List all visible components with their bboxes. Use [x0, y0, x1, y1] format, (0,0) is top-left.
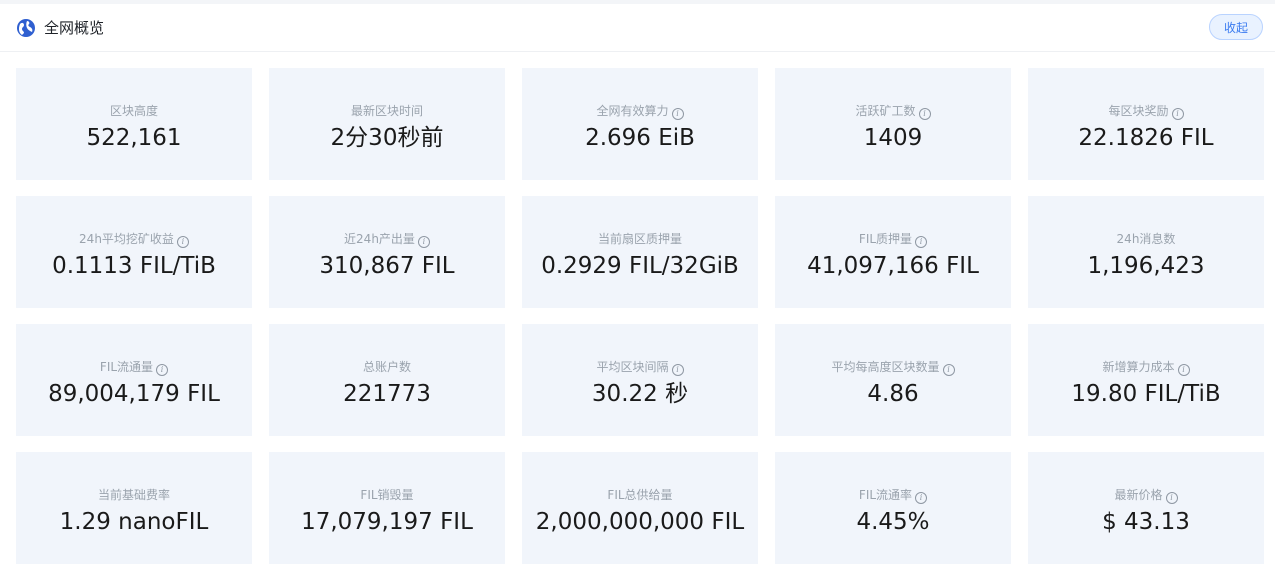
stat-card: 总账户数 221773: [269, 324, 505, 436]
stat-label-text: 当前扇区质押量: [597, 232, 682, 246]
stat-card: 当前基础费率 1.29 nanoFIL: [16, 452, 252, 564]
stat-label: FIL销毁量: [269, 487, 505, 503]
stat-label: 近24h产出量 i: [269, 231, 505, 248]
stat-card: 活跃矿工数 i 1409: [775, 68, 1011, 180]
stat-value: 30.22 秒: [591, 381, 689, 407]
stat-card: 当前扇区质押量 0.2929 FIL/32GiB: [522, 196, 758, 308]
stat-value: 221773: [343, 381, 431, 407]
stat-label-text: FIL质押量: [858, 232, 913, 246]
stat-label: 平均区块间隔 i: [522, 359, 758, 376]
stat-label: 新增算力成本 i: [1028, 359, 1264, 376]
stat-card: FIL流通率 i 4.45%: [775, 452, 1011, 564]
stat-value: 19.80 FIL/TiB: [1071, 381, 1221, 407]
stat-label: 全网有效算力 i: [522, 103, 758, 120]
info-icon[interactable]: i: [1165, 492, 1178, 504]
stat-label-text: 新增算力成本: [1102, 360, 1175, 374]
stat-card: 近24h产出量 i 310,867 FIL: [269, 196, 505, 308]
stat-label: 总账户数: [269, 359, 505, 375]
info-icon[interactable]: i: [156, 364, 169, 376]
stat-card: 24h平均挖矿收益 i 0.1113 FIL/TiB: [16, 196, 252, 308]
stat-label: 当前基础费率: [16, 487, 252, 503]
stat-label: 24h平均挖矿收益 i: [16, 231, 252, 248]
stat-label: FIL质押量 i: [775, 231, 1011, 248]
stat-card: 24h消息数 1,196,423: [1028, 196, 1264, 308]
stat-value: 17,079,197 FIL: [301, 509, 473, 535]
stat-label: 24h消息数: [1028, 231, 1264, 247]
stat-label-text: 近24h产出量: [344, 232, 415, 246]
stat-card: 全网有效算力 i 2.696 EiB: [522, 68, 758, 180]
stat-label-text: 总账户数: [362, 360, 411, 374]
info-icon[interactable]: i: [176, 236, 189, 248]
stat-value: 89,004,179 FIL: [48, 381, 220, 407]
stat-value: 41,097,166 FIL: [807, 253, 979, 279]
stat-label-text: 区块高度: [109, 104, 158, 118]
info-icon[interactable]: i: [1177, 364, 1190, 376]
info-icon[interactable]: i: [918, 108, 931, 120]
stat-label-text: FIL流通量: [99, 360, 154, 374]
stat-label: FIL总供给量: [522, 487, 758, 503]
stat-label-text: FIL总供给量: [607, 488, 673, 502]
stat-value: 1,196,423: [1087, 253, 1205, 279]
page-title: 全网概览: [44, 19, 105, 37]
stat-value: 4.45%: [856, 509, 930, 535]
stat-value: 4.86: [867, 381, 919, 407]
stat-card: 平均每高度区块数量 i 4.86: [775, 324, 1011, 436]
stat-value: 1409: [863, 125, 923, 151]
stat-label-text: 当前基础费率: [97, 488, 170, 502]
info-icon[interactable]: i: [915, 492, 928, 504]
stat-label: FIL流通率 i: [775, 487, 1011, 504]
stat-card: 最新价格 i $ 43.13: [1028, 452, 1264, 564]
stat-card: 区块高度 522,161: [16, 68, 252, 180]
stat-label-text: 24h平均挖矿收益: [79, 232, 174, 246]
info-icon[interactable]: i: [1171, 108, 1184, 120]
stat-card: FIL流通量 i 89,004,179 FIL: [16, 324, 252, 436]
stat-label-text: 活跃矿工数: [855, 104, 916, 118]
stat-value: 2.696 EiB: [585, 125, 695, 151]
stat-label: 活跃矿工数 i: [775, 103, 1011, 120]
stat-card: 最新区块时间 2分30秒前: [269, 68, 505, 180]
stat-label: 每区块奖励 i: [1028, 103, 1264, 120]
stat-card: FIL销毁量 17,079,197 FIL: [269, 452, 505, 564]
stat-card: 平均区块间隔 i 30.22 秒: [522, 324, 758, 436]
panel-header: 全网概览 收起: [0, 4, 1275, 52]
stat-value: 0.2929 FIL/32GiB: [541, 253, 739, 279]
stat-value: 1.29 nanoFIL: [59, 509, 209, 535]
stat-value: $ 43.13: [1102, 509, 1190, 535]
stat-value: 0.1113 FIL/TiB: [52, 253, 216, 279]
stat-label-text: 最新价格: [1114, 488, 1163, 502]
stat-grid: 区块高度 522,161 最新区块时间 2分30秒前 全网有效算力 i 2.696 EiB 活…: [16, 68, 1266, 564]
stat-label: 区块高度: [16, 103, 252, 119]
info-icon[interactable]: i: [942, 364, 955, 376]
info-icon[interactable]: i: [417, 236, 430, 248]
stat-label: FIL流通量 i: [16, 359, 252, 376]
stat-label: 最新价格 i: [1028, 487, 1264, 504]
stat-card: 新增算力成本 i 19.80 FIL/TiB: [1028, 324, 1264, 436]
info-icon[interactable]: i: [671, 364, 684, 376]
info-icon[interactable]: i: [915, 236, 928, 248]
stat-label-text: FIL流通率: [858, 488, 913, 502]
stat-label-text: 每区块奖励: [1108, 104, 1169, 118]
stat-value: 522,161: [86, 125, 182, 151]
info-icon[interactable]: i: [671, 108, 684, 120]
stat-label-text: FIL销毁量: [360, 488, 414, 502]
stat-card: FIL质押量 i 41,097,166 FIL: [775, 196, 1011, 308]
stat-label-text: 平均区块间隔: [596, 360, 669, 374]
globe-icon: [17, 19, 35, 37]
stat-label-text: 24h消息数: [1116, 232, 1176, 246]
stat-label: 平均每高度区块数量 i: [775, 359, 1011, 376]
stat-value: 310,867 FIL: [319, 253, 455, 279]
stat-label-text: 平均每高度区块数量: [831, 360, 940, 374]
stat-card: 每区块奖励 i 22.1826 FIL: [1028, 68, 1264, 180]
stat-value: 2,000,000,000 FIL: [535, 509, 745, 535]
stat-label: 最新区块时间: [269, 103, 505, 119]
network-overview-panel: 全网概览 收起 区块高度 522,161 最新区块时间 2分30秒前 全网有效算力 i 2.…: [0, 4, 1275, 566]
stat-card: FIL总供给量 2,000,000,000 FIL: [522, 452, 758, 564]
stat-value: 22.1826 FIL: [1078, 125, 1214, 151]
stat-label-text: 全网有效算力: [596, 104, 669, 118]
stat-label-text: 最新区块时间: [350, 104, 423, 118]
stat-value: 2分30秒前: [330, 125, 444, 151]
collapse-button[interactable]: 收起: [1209, 14, 1263, 40]
stat-label: 当前扇区质押量: [522, 231, 758, 247]
